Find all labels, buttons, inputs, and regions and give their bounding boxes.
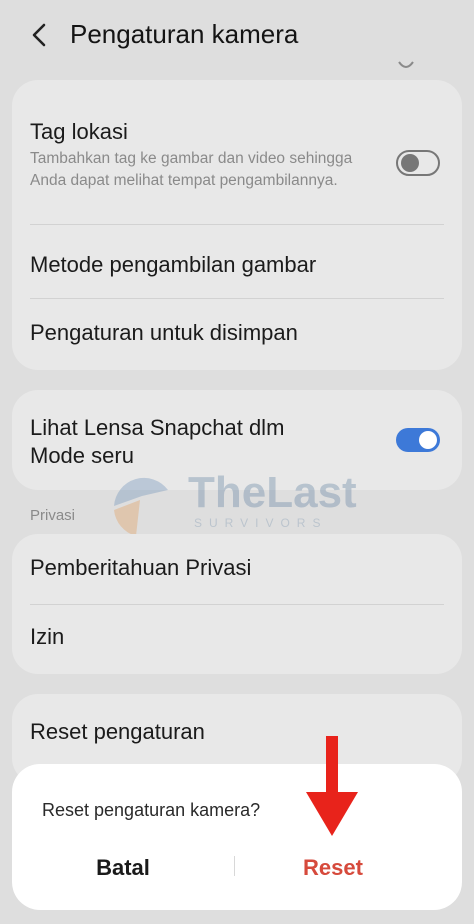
watermark-subtitle: SURVIVORS bbox=[194, 516, 328, 530]
permissions-label: Izin bbox=[30, 624, 65, 649]
privacy-notice-label: Pemberitahuan Privasi bbox=[30, 555, 252, 580]
snapchat-label: Lihat Lensa Snapchat dlm Mode seru bbox=[30, 415, 285, 468]
reset-button[interactable]: Reset bbox=[238, 848, 428, 888]
settings-card-location: Tag lokasi Tambahkan tag ke gambar dan v… bbox=[12, 80, 462, 370]
setting-save-settings[interactable]: Pengaturan untuk disimpan bbox=[12, 299, 462, 369]
tag-location-description: Tambahkan tag ke gambar dan video sehing… bbox=[30, 150, 353, 189]
back-arrow-icon[interactable] bbox=[26, 20, 54, 50]
toggle-knob bbox=[419, 431, 437, 449]
watermark-emblem-icon bbox=[114, 477, 168, 536]
snapchat-toggle[interactable] bbox=[396, 428, 440, 452]
reset-settings-label: Reset pengaturan bbox=[30, 719, 205, 744]
watermark-logo: TheLast SURVIVORS bbox=[106, 466, 366, 538]
save-settings-label: Pengaturan untuk disimpan bbox=[30, 320, 298, 345]
watermark-name: TheLast bbox=[188, 468, 357, 517]
setting-permissions[interactable]: Izin bbox=[12, 605, 462, 673]
settings-card-privacy: Pemberitahuan Privasi Izin bbox=[12, 534, 462, 674]
button-divider bbox=[234, 856, 235, 876]
toggle-knob bbox=[401, 154, 419, 172]
setting-tag-location[interactable]: Tag lokasi Tambahkan tag ke gambar dan v… bbox=[12, 80, 462, 220]
tag-location-label: Tag lokasi bbox=[30, 119, 128, 144]
setting-privacy-notice[interactable]: Pemberitahuan Privasi bbox=[12, 534, 462, 602]
partial-item-icon bbox=[398, 61, 414, 68]
capture-method-label: Metode pengambilan gambar bbox=[30, 252, 317, 277]
tag-location-toggle[interactable] bbox=[396, 150, 440, 176]
section-header-privacy: Privasi bbox=[30, 507, 76, 524]
dialog-message: Reset pengaturan kamera? bbox=[42, 800, 261, 820]
annotation-arrow-icon bbox=[306, 736, 358, 836]
page-title: Pengaturan kamera bbox=[70, 19, 299, 49]
setting-reset[interactable]: Reset pengaturan bbox=[12, 694, 462, 764]
reset-confirm-dialog: Reset pengaturan kamera? Batal Reset bbox=[12, 764, 462, 910]
setting-capture-method[interactable]: Metode pengambilan gambar bbox=[12, 225, 462, 297]
cancel-button[interactable]: Batal bbox=[28, 848, 218, 888]
